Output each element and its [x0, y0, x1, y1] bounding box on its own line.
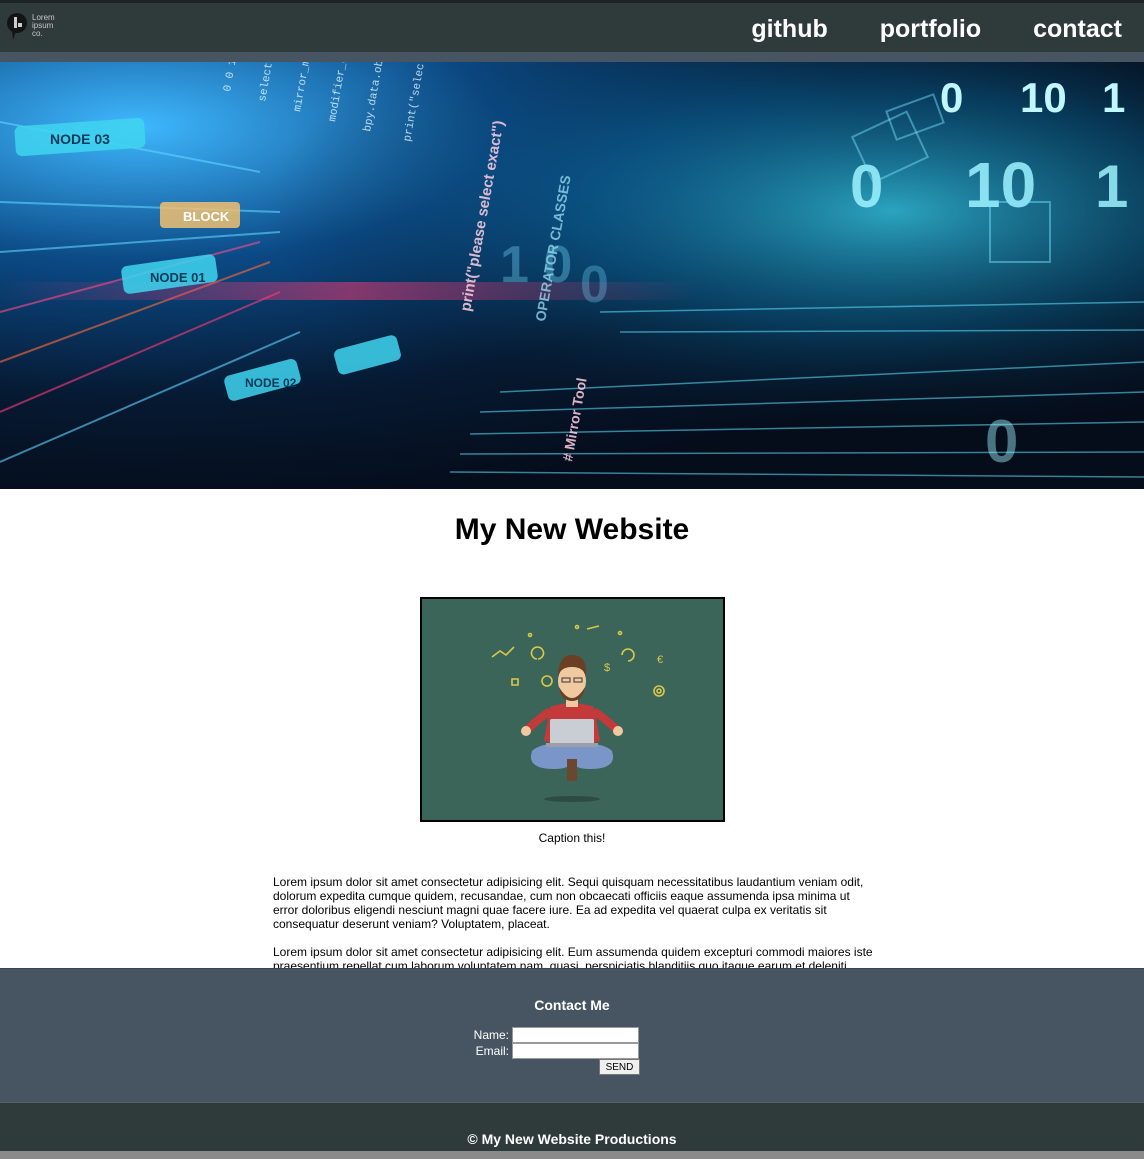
name-input[interactable]	[512, 1027, 639, 1043]
logo-icon	[7, 13, 27, 40]
figure: $ € Caption this!	[419, 597, 725, 845]
svg-text:1 0: 1 0	[500, 236, 572, 294]
svg-text:€: €	[657, 654, 663, 666]
hero-label: 1	[1102, 74, 1125, 121]
svg-text:0: 0	[985, 408, 1018, 475]
hero-label: BLOCK	[183, 209, 230, 224]
logo[interactable]: Lorem ipsum co.	[6, 11, 64, 41]
contact-section: Contact Me Name: Email: SEND	[0, 968, 1144, 1102]
hero-label: NODE 03	[50, 131, 110, 147]
nav-divider	[0, 52, 1144, 62]
name-label: Name:	[473, 1028, 509, 1042]
hero-label: NODE 02	[245, 376, 297, 390]
footer-copyright: © My New Website Productions	[467, 1131, 677, 1147]
email-label: Email:	[475, 1044, 509, 1058]
svg-text:10: 10	[965, 149, 1036, 221]
send-button[interactable]: SEND	[599, 1059, 640, 1075]
svg-text:0: 0	[850, 153, 883, 220]
top-navbar: Lorem ipsum co. github portfolio contact	[0, 0, 1144, 52]
figure-caption: Caption this!	[538, 831, 606, 845]
page-title: My New Website	[454, 513, 690, 546]
svg-text:1: 1	[1095, 153, 1128, 220]
email-input[interactable]	[512, 1043, 639, 1059]
hero-label: 10	[1020, 74, 1067, 121]
name-row: Name:	[469, 1027, 639, 1043]
nav-link-portfolio[interactable]: portfolio	[880, 15, 981, 44]
nav-link-contact[interactable]: contact	[1033, 15, 1122, 44]
paragraph: Lorem ipsum dolor sit amet consectetur a…	[273, 875, 864, 931]
email-row: Email:	[469, 1043, 639, 1059]
meditating-developer-illustration: $ €	[419, 597, 725, 822]
nav-links: github portfolio contact	[751, 15, 1122, 44]
hero-label: NODE 01	[150, 270, 206, 285]
logo-text: Lorem ipsum co.	[32, 14, 64, 38]
logo-text-line: co.	[32, 29, 43, 38]
nav-link-github[interactable]: github	[751, 15, 827, 44]
footer-bottom-strip	[0, 1151, 1144, 1159]
hero-label: 0	[940, 74, 963, 121]
svg-text:$: $	[604, 662, 610, 674]
hero-banner-image: 0 0 1 0 0 0 1 0 0 0 0 0 1 0 selected_obj…	[0, 62, 1144, 489]
svg-text:0: 0	[580, 256, 609, 314]
footer: © My New Website Productions	[0, 1102, 1144, 1159]
contact-title: Contact Me	[534, 997, 610, 1013]
